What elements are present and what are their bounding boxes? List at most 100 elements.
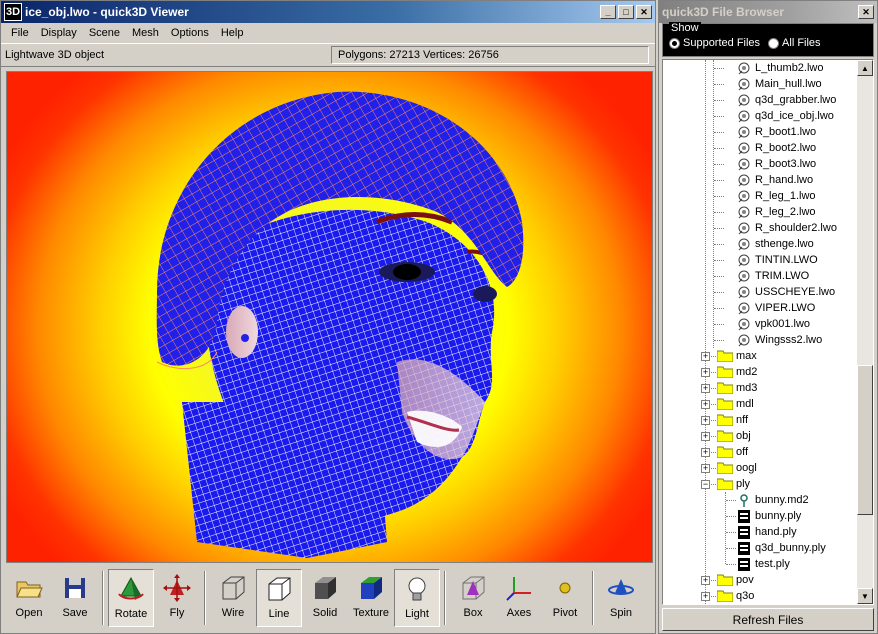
wire-cube-icon [222, 576, 245, 600]
light-button[interactable]: Light [394, 569, 440, 627]
menu-scene[interactable]: Scene [83, 25, 126, 41]
tree-folder-item[interactable]: max [717, 348, 757, 364]
tree-folder-item[interactable]: obj [717, 428, 751, 444]
tree-file-item[interactable]: vpk001.lwo [737, 316, 810, 332]
tree-file-item[interactable]: sthenge.lwo [737, 236, 814, 252]
tree-folder-item[interactable]: nff [717, 412, 748, 428]
lwo-file-icon [738, 318, 750, 330]
tree-file-item[interactable]: hand.ply [737, 524, 797, 540]
refresh-files-button[interactable]: Refresh Files [662, 608, 874, 631]
tree-file-item[interactable]: TINTIN.LWO [737, 252, 818, 268]
maximize-button[interactable]: □ [618, 5, 634, 19]
all-files-radio[interactable]: All Files [768, 37, 821, 49]
tree-folder-item[interactable]: md2 [717, 364, 757, 380]
box-button[interactable]: Box [450, 569, 496, 627]
menu-help[interactable]: Help [215, 25, 250, 41]
folder-name: off [736, 446, 749, 458]
menu-mesh[interactable]: Mesh [126, 25, 165, 41]
tree-folder-item[interactable]: mdl [717, 396, 754, 412]
tree-line [726, 548, 736, 549]
3d-viewport[interactable] [6, 71, 653, 563]
tree-file-item[interactable]: Main_hull.lwo [737, 76, 822, 92]
expand-toggle[interactable]: + [701, 384, 710, 393]
tree-file-item[interactable]: q3d_grabber.lwo [737, 92, 836, 108]
tree-file-item[interactable]: USSCHEYE.lwo [737, 284, 835, 300]
supported-files-radio[interactable]: Supported Files [669, 37, 760, 49]
menu-file[interactable]: File [5, 25, 35, 41]
solid-label: Solid [312, 607, 338, 619]
scroll-up-button[interactable]: ▲ [857, 60, 873, 76]
md2-file-icon [740, 493, 748, 507]
tree-file-item[interactable]: VIPER.LWO [737, 300, 815, 316]
tree-folder-item[interactable]: pov [717, 572, 754, 588]
tree-file-item[interactable]: Wingsss2.lwo [737, 332, 822, 348]
viewer-titlebar[interactable]: 3D ice_obj.lwo - quick3D Viewer _ □ ✕ [1, 1, 655, 23]
tree-folder-item[interactable]: oogl [717, 460, 757, 476]
pivot-button[interactable]: Pivot [542, 569, 588, 627]
expand-toggle[interactable]: + [701, 368, 710, 377]
file-name: q3d_ice_obj.lwo [755, 110, 834, 122]
expand-toggle[interactable]: + [701, 576, 710, 585]
solid-button[interactable]: Solid [302, 569, 348, 627]
tree-file-item[interactable]: R_boot3.lwo [737, 156, 816, 172]
fly-button[interactable]: Fly [154, 569, 200, 627]
app-logo-icon: 3D [4, 3, 22, 21]
tree-line [714, 68, 724, 69]
menu-options[interactable]: Options [165, 25, 215, 41]
menu-display[interactable]: Display [35, 25, 83, 41]
spin-button[interactable]: Spin [598, 569, 644, 627]
expand-toggle[interactable]: + [701, 400, 710, 409]
tree-folder-item-ply[interactable]: ply [717, 476, 750, 492]
tree-file-item[interactable]: R_hand.lwo [737, 172, 813, 188]
tree-file-item[interactable]: bunny.ply [737, 508, 801, 524]
save-label: Save [62, 607, 88, 619]
lwo-file-icon [738, 158, 750, 170]
tree-file-item[interactable]: R_leg_2.lwo [737, 204, 816, 220]
open-button[interactable]: Open [6, 569, 52, 627]
expand-toggle[interactable]: + [701, 592, 710, 601]
tree-file-item[interactable]: R_boot1.lwo [737, 124, 816, 140]
expand-toggle[interactable]: + [701, 416, 710, 425]
rotate-button[interactable]: Rotate [108, 569, 154, 627]
info-bar: Lightwave 3D object Polygons: 27213 Vert… [1, 43, 655, 67]
tree-folder-item[interactable]: q3o [717, 588, 754, 604]
tree-file-item[interactable]: TRIM.LWO [737, 268, 809, 284]
browser-titlebar[interactable]: quick3D File Browser ✕ [659, 1, 877, 23]
expand-toggle[interactable]: + [701, 352, 710, 361]
browser-close-button[interactable]: ✕ [858, 5, 874, 19]
tree-file-item[interactable]: R_shoulder2.lwo [737, 220, 837, 236]
tree-folder-item[interactable]: md3 [717, 380, 757, 396]
file-name: R_boot1.lwo [755, 126, 817, 138]
save-button[interactable]: Save [52, 569, 98, 627]
tree-file-item[interactable]: R_leg_1.lwo [737, 188, 816, 204]
viewer-title: ice_obj.lwo - quick3D Viewer [25, 5, 189, 19]
wire-button[interactable]: Wire [210, 569, 256, 627]
folder-open-icon [16, 581, 43, 598]
tree-scrollbar[interactable]: ▲ ▼ [857, 60, 873, 604]
tree-folder-item[interactable]: off [717, 444, 748, 460]
tree-file-item[interactable]: test.ply [737, 556, 790, 572]
file-icon [738, 557, 750, 571]
expand-toggle[interactable]: + [701, 448, 710, 457]
texture-label: Texture [352, 607, 390, 619]
texture-button[interactable]: Texture [348, 569, 394, 627]
line-button[interactable]: Line [256, 569, 302, 627]
tree-line [714, 148, 724, 149]
file-tree[interactable]: L_thumb2.lwo Main_hull.lwo q3d_grabber.lwo… [662, 59, 874, 605]
tree-file-item[interactable]: bunny.md2 [737, 492, 809, 508]
tree-file-item[interactable]: q3d_ice_obj.lwo [737, 108, 834, 124]
expand-toggle[interactable]: + [701, 464, 710, 473]
collapse-toggle[interactable]: − [701, 480, 710, 489]
scroll-down-button[interactable]: ▼ [857, 588, 873, 604]
axes-button[interactable]: Axes [496, 569, 542, 627]
tree-line [714, 212, 724, 213]
expand-toggle[interactable]: + [701, 432, 710, 441]
scroll-thumb[interactable] [857, 365, 873, 515]
lwo-file-icon [738, 142, 750, 154]
folder-icon [717, 350, 733, 362]
tree-file-item[interactable]: R_boot2.lwo [737, 140, 816, 156]
tree-file-item[interactable]: q3d_bunny.ply [737, 540, 826, 556]
close-button[interactable]: ✕ [636, 5, 652, 19]
minimize-button[interactable]: _ [600, 5, 616, 19]
tree-file-item[interactable]: L_thumb2.lwo [737, 60, 824, 76]
